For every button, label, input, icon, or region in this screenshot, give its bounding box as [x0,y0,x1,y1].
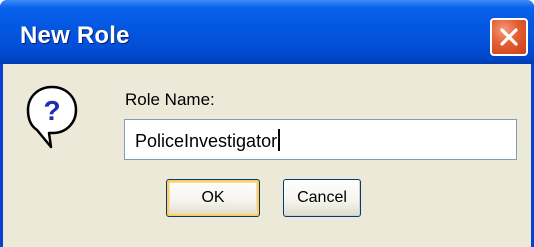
ok-button[interactable]: OK [166,179,260,217]
title-bar[interactable]: New Role [0,0,534,64]
question-icon: ? [26,85,78,149]
new-role-dialog: New Role ? Role Name: PoliceInvestigator… [0,0,534,247]
role-name-value: PoliceInvestigator [135,131,278,151]
ok-button-label: OK [201,189,225,206]
text-caret [278,129,280,151]
cancel-button-label: Cancel [297,189,347,206]
close-icon [500,28,518,46]
role-name-input[interactable]: PoliceInvestigator [124,119,517,160]
dialog-title: New Role [20,22,130,49]
close-button[interactable] [490,18,528,56]
svg-text:?: ? [43,95,60,126]
dialog-body: ? Role Name: PoliceInvestigator OK Cance… [3,64,531,247]
cancel-button[interactable]: Cancel [283,179,361,217]
role-name-label: Role Name: [125,90,215,109]
